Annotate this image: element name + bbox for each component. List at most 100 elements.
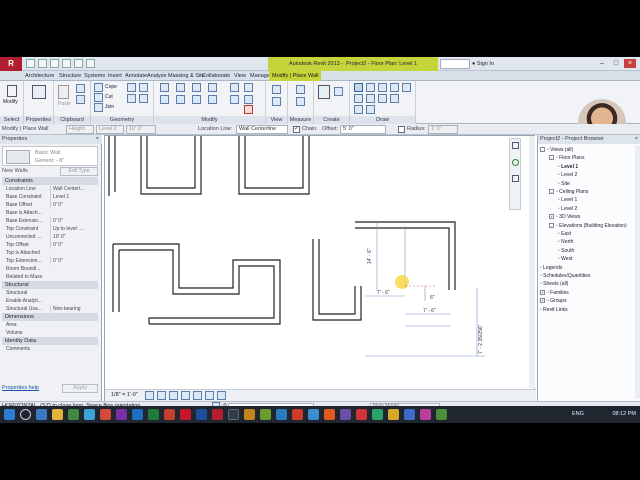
tab-architecture[interactable]: Architecture	[22, 71, 57, 81]
excel-icon[interactable]	[148, 409, 159, 420]
file-explorer-icon[interactable]	[52, 409, 63, 420]
property-row[interactable]: Top Constraint Up to level: ...	[2, 225, 98, 233]
app-icon-13[interactable]	[420, 409, 431, 420]
visual-style-icon[interactable]	[157, 391, 166, 400]
property-value[interactable]: Wall Centerl...	[50, 185, 96, 193]
copy-element-icon[interactable]	[176, 95, 185, 104]
steering-wheel-icon[interactable]	[512, 159, 519, 166]
start-icon[interactable]	[4, 409, 15, 420]
redo-icon[interactable]	[62, 59, 71, 68]
apply-button[interactable]: Apply	[62, 384, 98, 393]
location-line-dropdown[interactable]: Wall Centerline	[236, 125, 288, 134]
wall-stepped[interactable]	[112, 243, 281, 325]
cut-geometry-icon[interactable]	[94, 93, 103, 102]
tab-collaborate[interactable]: Collaborate	[199, 71, 233, 81]
browser-item[interactable]: + ▫ 3D Views	[549, 213, 580, 221]
height-value-field[interactable]: 10' 0"	[126, 125, 156, 134]
dim-label-small[interactable]: 6"	[430, 295, 435, 301]
expand-toggle-icon[interactable]: -	[549, 155, 554, 161]
prop-section-dimensions[interactable]: Dimensions	[2, 313, 98, 321]
browser-item[interactable]: ▫ Sheets (all)	[540, 280, 568, 288]
expand-toggle-icon[interactable]: +	[540, 289, 545, 295]
join-label[interactable]: Join	[105, 104, 114, 110]
dim-label-bottom-left[interactable]: 7' - 6"	[377, 290, 390, 296]
cope-icon[interactable]	[94, 83, 103, 92]
paint-icon[interactable]	[127, 94, 136, 103]
property-value[interactable]: Up to level: ...	[50, 225, 96, 233]
polygon-icon[interactable]	[378, 83, 387, 92]
wall-room-2[interactable]	[238, 136, 310, 195]
property-value[interactable]: 10' 0"	[50, 233, 96, 241]
onenote-icon[interactable]	[116, 409, 127, 420]
expand-toggle-icon[interactable]: -	[540, 147, 545, 152]
circle-icon[interactable]	[390, 83, 399, 92]
property-value[interactable]: 0' 0"	[50, 201, 96, 209]
measure-icon[interactable]	[86, 59, 95, 68]
browser-scrollbar[interactable]	[635, 145, 640, 399]
align-icon[interactable]	[160, 83, 169, 92]
copy-icon[interactable]	[76, 95, 85, 104]
line-icon[interactable]	[354, 83, 363, 92]
crop-view-icon[interactable]	[193, 391, 202, 400]
word-icon[interactable]	[132, 409, 143, 420]
app-icon-2[interactable]	[244, 409, 255, 420]
browser-item[interactable]: ▫ Level 2	[558, 171, 577, 179]
browser-item[interactable]: ▫ North	[558, 238, 573, 246]
browser-item[interactable]: ▫ South	[558, 247, 574, 255]
browser-item[interactable]: ▫ Site	[558, 180, 570, 188]
select-panel-title[interactable]: Select	[0, 116, 23, 124]
property-row[interactable]: Enable Analyti...	[2, 297, 98, 305]
close-button[interactable]: ×	[624, 59, 636, 68]
view-cube-icon[interactable]	[512, 142, 519, 149]
split-icon[interactable]	[230, 83, 239, 92]
property-row[interactable]: Base Extensio... 0' 0"	[2, 217, 98, 225]
revit-app-menu-button[interactable]: R	[0, 57, 22, 71]
expand-toggle-icon[interactable]: +	[540, 298, 545, 304]
close-palette-icon[interactable]: ×	[96, 135, 99, 144]
search-taskbar-icon[interactable]	[20, 409, 31, 420]
browser-item[interactable]: - ▫ Floor Plans	[549, 154, 584, 162]
dimension-icon[interactable]	[296, 97, 305, 106]
create-group-icon[interactable]	[334, 87, 343, 96]
demolish-icon[interactable]	[139, 94, 148, 103]
revit-taskbar-icon[interactable]	[212, 409, 223, 420]
edge-icon[interactable]	[84, 409, 95, 420]
drawing-area[interactable]: 14' - 6" 7' - 6" 7' - 6" 6" 7' - 2 35/25…	[104, 135, 536, 402]
offset-field[interactable]: 5' 0"	[340, 125, 386, 134]
browser-item[interactable]: - ▫ Ceiling Plans	[549, 188, 588, 196]
app-icon-3[interactable]	[260, 409, 271, 420]
reveal-hidden-icon[interactable]	[217, 391, 226, 400]
floor-plan-drawing[interactable]: 14' - 6" 7' - 6" 7' - 6" 6" 7' - 2 35/25…	[105, 136, 536, 402]
app-icon-1[interactable]	[228, 409, 239, 420]
property-row[interactable]: Base Constraint Level 1	[2, 193, 98, 201]
property-row[interactable]: Location Line Wall Centerl...	[2, 185, 98, 193]
shadows-icon[interactable]	[181, 391, 190, 400]
split-face-icon[interactable]	[139, 83, 148, 92]
property-value[interactable]: 0' 0"	[50, 241, 96, 249]
move-icon[interactable]	[160, 95, 169, 104]
fillet-arc-icon[interactable]	[390, 94, 399, 103]
dim-label-right[interactable]: 7' - 2 35/256"	[478, 324, 484, 354]
property-row[interactable]: Top is Attached	[2, 249, 98, 257]
property-value[interactable]: Non-bearing	[50, 305, 96, 313]
level-dropdown[interactable]: Level 2	[96, 125, 124, 134]
property-value[interactable]: 0' 0"	[50, 257, 96, 265]
detail-level-icon[interactable]	[145, 391, 154, 400]
save-icon[interactable]	[38, 59, 47, 68]
property-row[interactable]: Structural	[2, 289, 98, 297]
app-icon-9[interactable]	[356, 409, 367, 420]
property-row[interactable]: Structural Usa... Non-bearing	[2, 305, 98, 313]
maximize-button[interactable]: □	[610, 59, 622, 68]
expand-toggle-icon[interactable]: +	[549, 214, 554, 220]
app-icon-11[interactable]	[388, 409, 399, 420]
app-icon-7[interactable]	[324, 409, 335, 420]
type-selector[interactable]: Basic Wall Generic - 8"	[2, 146, 98, 166]
sign-in-link[interactable]: ● Sign In	[472, 59, 494, 69]
properties-icon[interactable]	[32, 85, 46, 99]
vertical-scrollbar[interactable]	[529, 136, 535, 388]
app-icon-8[interactable]	[340, 409, 351, 420]
undo-icon[interactable]	[50, 59, 59, 68]
radius-field[interactable]: 1' 0"	[428, 125, 458, 134]
tangent-arc-icon[interactable]	[378, 94, 387, 103]
language-indicator[interactable]: ENG	[572, 406, 584, 423]
